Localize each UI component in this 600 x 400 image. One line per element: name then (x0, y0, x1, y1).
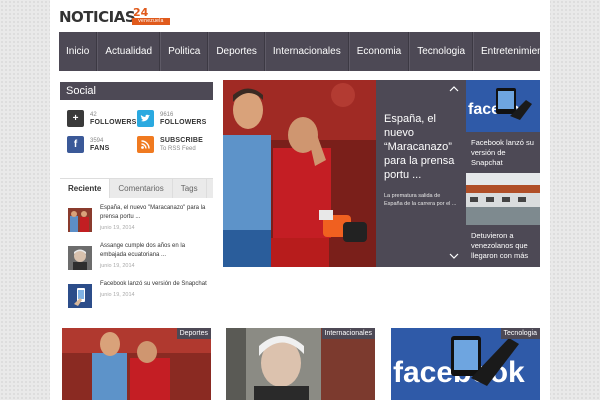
google-plus-count: 42 (90, 111, 97, 118)
twitter-icon (137, 110, 154, 127)
nav-item-economia[interactable]: Economia (348, 32, 410, 71)
featured-title: España, el nuevo “Maracanazo” para la pr… (384, 113, 455, 181)
nav-item-deportes[interactable]: Deportes (208, 32, 265, 71)
google-plus-counter[interactable]: + 42 FOLLOWERS (67, 110, 137, 127)
recent-list: España, el nuevo "Maracanazo" para la pr… (60, 204, 213, 318)
card-deportes[interactable]: Deportes (62, 328, 211, 400)
list-item[interactable]: España, el nuevo "Maracanazo" para la pr… (60, 204, 213, 242)
side-stories: facebo Facebook lanzó su versión de Snap… (466, 80, 540, 267)
card-category-badge: Deportes (176, 328, 211, 339)
rss-icon (137, 136, 154, 153)
facebook-count: 3594 (90, 137, 104, 144)
side-story-2[interactable]: Detuvieron a venezolanos que llegaron co… (466, 225, 540, 267)
twitter-counter[interactable]: 9616 FOLLOWERS (137, 110, 207, 127)
recent-date: junio 19, 2014 (100, 263, 135, 269)
recent-thumbnail (68, 246, 92, 270)
nav-item-inicio[interactable]: Inicio (59, 32, 98, 71)
recent-thumbnail (68, 284, 92, 308)
main-nav: Inicio Actualidad Politica Deportes Inte… (59, 32, 540, 71)
facebook-icon: f (67, 136, 84, 153)
social-widget-title: Social (60, 82, 213, 100)
tab-tags[interactable]: Tags (173, 179, 207, 198)
nav-item-entretenimiento[interactable]: Entretenimiento (473, 32, 540, 71)
card-category-badge: Internacionales (321, 328, 375, 339)
recent-date: junio 19, 2014 (100, 292, 135, 298)
card-tecnologia[interactable]: facebook Tecnologia (391, 328, 540, 400)
featured-excerpt: La prematura salida de España de la carr… (384, 193, 457, 207)
recent-title: Facebook lanzó su versión de Snapchat (100, 281, 207, 287)
chevron-up-icon[interactable] (449, 85, 459, 94)
recent-title: España, el nuevo "Maracanazo" para la pr… (100, 205, 206, 220)
chevron-down-icon[interactable] (449, 252, 459, 261)
list-item[interactable]: Assange cumple dos años en la embajada e… (60, 242, 213, 280)
nav-item-tecnologia[interactable]: Tecnologia (409, 32, 473, 71)
featured-caption[interactable]: España, el nuevo “Maracanazo” para la pr… (376, 80, 466, 267)
rss-subscribe: SUBSCRIBE (160, 136, 204, 144)
facebook-counter[interactable]: f 3594 FANS (67, 136, 109, 153)
google-plus-icon: + (67, 110, 84, 127)
recent-thumbnail (68, 208, 92, 232)
nav-item-actualidad[interactable]: Actualidad (97, 32, 161, 71)
side-story-1[interactable]: Facebook lanzó su versión de Snapchat (466, 132, 540, 173)
tab-reciente[interactable]: Reciente (60, 179, 111, 198)
featured-slider: España, el nuevo “Maracanazo” para la pr… (223, 80, 466, 267)
side-story-title: Facebook lanzó su versión de Snapchat (471, 138, 534, 167)
facebook-label: FANS (90, 144, 110, 152)
nav-item-internacionales[interactable]: Internacionales (264, 32, 349, 71)
twitter-label: FOLLOWERS (160, 118, 207, 126)
nav-item-politica[interactable]: Politica (160, 32, 209, 71)
sidebar-tabs: Reciente Comentarios Tags (60, 178, 213, 198)
page: NOTICIAS 24 venezuela Inicio Actualidad … (50, 0, 550, 400)
twitter-count: 9616 (160, 111, 174, 118)
recent-date: junio 19, 2014 (100, 225, 135, 231)
tab-comentarios[interactable]: Comentarios (110, 179, 173, 198)
sidebar: Social + 42 FOLLOWERS 9616 FOLLOWERS f 3… (60, 82, 213, 318)
google-plus-label: FOLLOWERS (90, 118, 137, 126)
recent-title: Assange cumple dos años en la embajada e… (100, 243, 186, 258)
card-category-badge: Tecnologia (500, 328, 540, 339)
rss-counter[interactable]: SUBSCRIBE To RSS Feed (137, 136, 203, 153)
side-story-photo[interactable]: facebo (466, 80, 540, 132)
list-item[interactable]: Facebook lanzó su versión de Snapchat ju… (60, 280, 213, 318)
rss-label: To RSS Feed (160, 145, 196, 152)
social-counters: + 42 FOLLOWERS 9616 FOLLOWERS f 3594 FAN… (60, 108, 213, 164)
card-internacionales[interactable]: Internacionales (226, 328, 375, 400)
logo-subtitle: venezuela (132, 18, 170, 25)
side-story-title: Detuvieron a venezolanos que llegaron co… (471, 231, 529, 260)
side-story-photo[interactable] (466, 173, 540, 225)
logo-main-text: NOTICIAS (59, 8, 136, 26)
category-cards: Deportes Internacionales facebook Tecnol… (62, 328, 540, 400)
featured-photo[interactable] (223, 80, 376, 267)
